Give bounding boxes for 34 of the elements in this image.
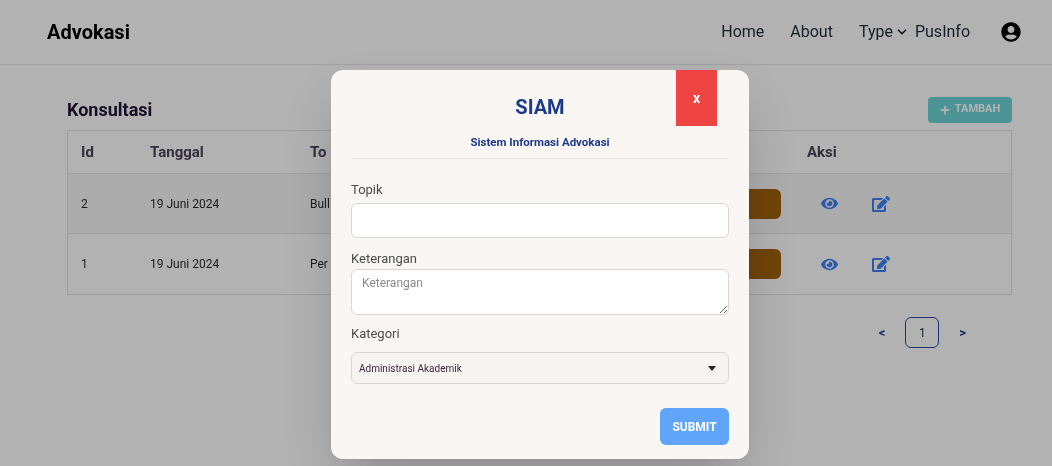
field-label: Kategori [351,327,401,341]
brand-title: Advokasi [47,19,130,46]
table-cell-text: 1 [80,256,89,273]
field-label: Topik [351,183,384,197]
table-cell-text: Bull [310,195,330,213]
nav-link[interactable]: PusInfo [914,20,970,44]
page-title: Konsultasi [67,98,153,122]
table-cell-text: Per [310,256,328,273]
close-button[interactable]: x [676,70,717,126]
nav-link[interactable]: Home [721,20,765,44]
modal-subtitle: Sistem Informasi Advokasi [470,134,610,151]
edit-icon[interactable] [872,255,890,273]
text-area[interactable]: Keterangan [351,269,729,316]
field-label: Keterangan [351,252,418,266]
input-field[interactable] [351,203,729,239]
eye-icon[interactable] [821,195,838,212]
table-cell-text: 19 Juni 2024 [150,256,221,273]
caret-icon [708,365,716,371]
nav-dropdown[interactable]: Type [858,20,909,44]
modal-title: SIAM [515,97,565,117]
table-cell-text: 2 [80,195,89,213]
plus-icon [939,104,950,115]
next-page[interactable]: > [959,322,966,343]
column-header: Aksi [807,141,837,163]
column-header: To [310,142,327,161]
column-header: Tanggal [150,141,205,163]
user-icon[interactable] [1001,22,1021,42]
table-cell-text: 19 Juni 2024 [150,195,221,213]
select-field[interactable]: Administrasi Akademik [351,352,729,385]
column-header: Id [80,141,95,163]
edit-icon[interactable] [872,194,890,213]
prev-page[interactable]: < [878,322,886,343]
page-button[interactable]: 1 [905,317,940,348]
nav-link[interactable]: About [790,20,833,44]
